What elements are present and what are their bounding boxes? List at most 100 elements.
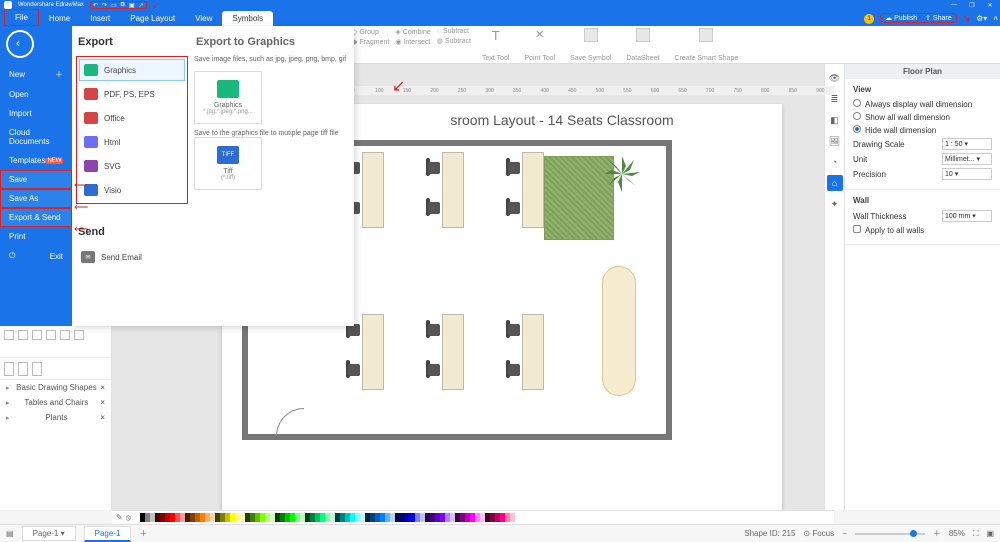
export-html[interactable]: Html (79, 131, 185, 153)
annotation-arrow: ⟵ (74, 202, 88, 213)
ribbon-intersect[interactable]: ◉ Intersect (395, 38, 430, 46)
qat-icon[interactable]: ⧉ (121, 2, 125, 9)
ribbon-subtract2[interactable]: ◍ Subtract (437, 37, 471, 45)
shape-category[interactable]: Plants× (0, 410, 111, 425)
ribbon-save-symbol[interactable]: Save Symbol (565, 28, 615, 62)
publish-button[interactable]: ☁ Publish (885, 14, 917, 22)
wall-thickness-label: Wall Thickness (853, 212, 906, 221)
desk-set[interactable] (428, 152, 500, 228)
export-pdf-ps-eps[interactable]: PDF, PS, EPS (79, 83, 185, 105)
back-button[interactable] (6, 30, 34, 58)
unit-select[interactable]: Millimet... ▾ (942, 153, 992, 165)
export-office[interactable]: Office (79, 107, 185, 129)
door[interactable] (276, 408, 306, 438)
share-button[interactable]: ⇪ Share (925, 14, 952, 22)
qat-icon[interactable]: ▭ (111, 2, 117, 9)
send-email-item[interactable]: ✉Send Email (76, 246, 188, 268)
shape-category[interactable]: Basic Drawing Shapes× (0, 380, 111, 395)
ribbon-smart-shape[interactable]: Create Smart Shape (669, 28, 742, 62)
backstage-templates[interactable]: TemplatesNEW (0, 151, 72, 170)
backstage-save-as[interactable]: Save As (0, 189, 72, 208)
ribbon-group[interactable]: ◇ Group (352, 28, 389, 36)
precision-select[interactable]: 10 ▾ (942, 168, 992, 180)
backstage-cloud-documents[interactable]: Cloud Documents (0, 123, 72, 151)
vt-fill-icon[interactable]: ◔ (827, 154, 843, 170)
ribbon-text-tool[interactable]: TText Tool (477, 28, 514, 62)
tab-home[interactable]: Home (39, 11, 80, 26)
desk-set[interactable] (348, 314, 420, 390)
window-restore-icon[interactable]: ❐ (966, 2, 978, 9)
tab-file[interactable]: File (4, 9, 39, 26)
export-tiff-desc: Save to the graphics file to mutiple pag… (194, 130, 348, 137)
backstage-save[interactable]: Save (0, 170, 72, 189)
qat-redo-icon[interactable]: ↷ (102, 2, 107, 9)
wall-thickness-select[interactable]: 100 mm ▾ (942, 210, 992, 222)
export-svg[interactable]: SVG (79, 155, 185, 177)
tab-symbols[interactable]: Symbols (222, 11, 273, 26)
opt-always-dim[interactable]: Always display wall dimension (853, 99, 992, 109)
backstage-export-send[interactable]: Export & Send (0, 208, 72, 227)
shape-category[interactable]: Tables and Chairs× (0, 395, 111, 410)
collapse-ribbon-icon[interactable]: ˄ (993, 14, 998, 23)
horizontal-ruler: 5010015020025030035040045050055060065070… (338, 86, 834, 95)
vt-eye-icon[interactable]: 👁 (827, 70, 843, 86)
notification-badge[interactable]: 1 (864, 13, 874, 24)
oval-table[interactable] (602, 266, 636, 396)
desk-set[interactable] (508, 314, 580, 390)
tab-insert[interactable]: Insert (80, 11, 120, 26)
title-bar: Wondershare EdrawMax ↶ ↷ ▭ ⧉ ▣ ↗ ↙ — ❐ ✕ (0, 0, 1000, 10)
unit-label: Unit (853, 155, 867, 164)
fullscreen-icon[interactable]: ▣ (986, 529, 994, 538)
qat-icon[interactable]: ↗ (139, 2, 144, 9)
vt-theme-icon[interactable]: ◧ (827, 112, 843, 128)
opt-show-all-dim[interactable]: Show all wall dimension (853, 112, 992, 122)
zoom-out-button[interactable]: − (842, 529, 847, 538)
backstage-print[interactable]: Print (0, 227, 72, 246)
window-close-icon[interactable]: ✕ (984, 2, 996, 9)
vt-floorplan-icon[interactable]: ⌂ (827, 175, 843, 191)
page-select[interactable]: Page-1 ▾ (22, 526, 76, 541)
zoom-slider[interactable] (855, 533, 925, 535)
backstage-exit[interactable]: ⏻ Exit (0, 246, 72, 266)
ribbon-combine[interactable]: ◈ Combine (395, 28, 430, 36)
desk-set[interactable] (428, 314, 500, 390)
drawing-scale-select[interactable]: 1 : 50 ▾ (942, 138, 992, 150)
fit-page-icon[interactable]: ⛶ (973, 529, 979, 539)
ribbon-datasheet[interactable]: DataSheet (621, 28, 663, 62)
export-graphics-card[interactable]: Graphics *.jpg,*.jpeg,*.png... (194, 71, 262, 124)
backstage-new[interactable]: New＋ (0, 64, 72, 85)
desk-set[interactable] (508, 152, 580, 228)
ribbon-point-tool[interactable]: ✕Point Tool (519, 28, 559, 62)
tab-page-layout[interactable]: Page Layout (120, 11, 185, 26)
export-flyout: Export GraphicsPDF, PS, EPSOfficeHtmlSVG… (72, 26, 354, 326)
app-title: Wondershare EdrawMax (18, 2, 84, 8)
color-swatch-bar: ✎ ⦸ (112, 510, 834, 524)
export-visio[interactable]: Visio (79, 179, 185, 201)
color-swatch[interactable] (510, 513, 515, 522)
opt-hide-dim[interactable]: Hide wall dimension (853, 125, 992, 135)
plant-icon[interactable] (602, 154, 642, 194)
ribbon-subtract[interactable]: ◌ Subtract (437, 28, 471, 35)
add-page-button[interactable]: ＋ (139, 528, 147, 539)
qat-undo-icon[interactable]: ↶ (93, 2, 98, 9)
backstage-import[interactable]: Import (0, 104, 72, 123)
view-section-heading: View (853, 85, 992, 94)
backstage-open[interactable]: Open (0, 85, 72, 104)
window-minimize-icon[interactable]: — (948, 2, 960, 8)
qat-icon[interactable]: ▣ (129, 2, 135, 9)
focus-button[interactable]: ⊙ Focus (803, 529, 834, 538)
tab-view[interactable]: View (185, 11, 222, 26)
settings-icon[interactable]: ⚙▾ (976, 14, 987, 23)
ribbon-fragment[interactable]: ◆ Fragment (352, 38, 389, 46)
export-graphics[interactable]: Graphics (79, 59, 185, 81)
apply-all-walls[interactable]: Apply to all walls (853, 225, 992, 235)
desk-set[interactable] (348, 152, 420, 228)
vt-ai-icon[interactable]: ✦ (827, 196, 843, 212)
pages-icon[interactable]: ▤ (6, 529, 14, 538)
vt-image-icon[interactable]: 🖼 (827, 133, 843, 149)
zoom-in-button[interactable]: ＋ (933, 528, 941, 539)
export-tiff-card[interactable]: TIFF Tiff (*.tiff) (194, 137, 262, 190)
page-tab[interactable]: Page-1 (84, 526, 132, 542)
eyedropper-icon[interactable]: ✎ (116, 513, 123, 522)
no-fill-icon[interactable]: ⦸ (126, 513, 131, 523)
